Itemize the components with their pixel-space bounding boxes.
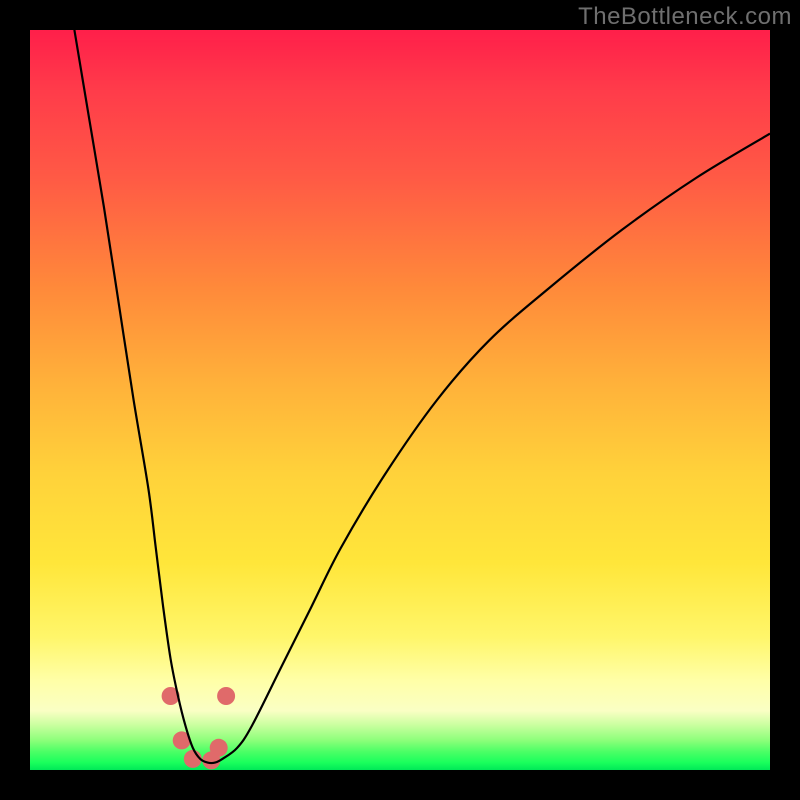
chart-frame: TheBottleneck.com — [0, 0, 800, 800]
watermark-text: TheBottleneck.com — [578, 3, 792, 31]
bottleneck-marker — [210, 739, 228, 757]
curve-layer — [30, 30, 770, 770]
bottleneck-marker — [217, 687, 235, 705]
plot-area — [30, 30, 770, 770]
bottleneck-curve — [74, 30, 770, 763]
